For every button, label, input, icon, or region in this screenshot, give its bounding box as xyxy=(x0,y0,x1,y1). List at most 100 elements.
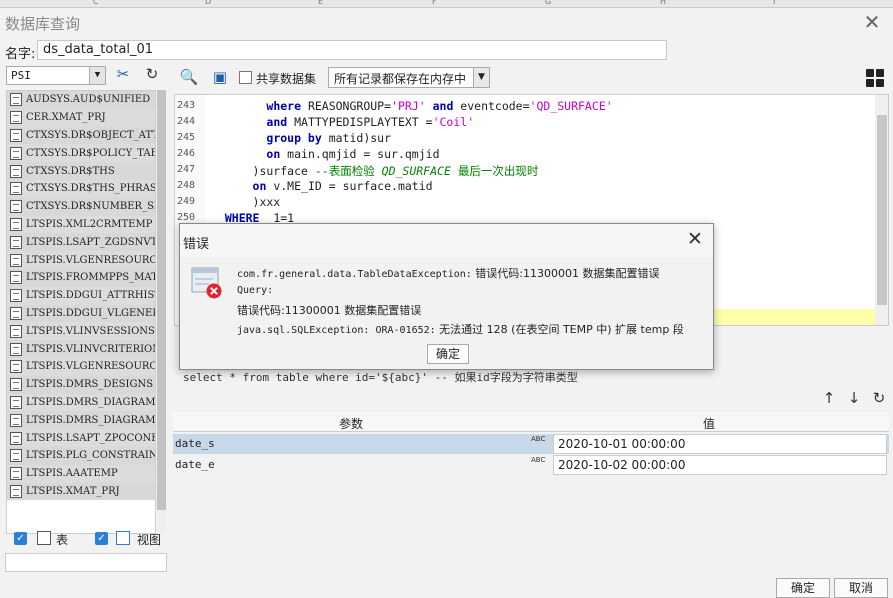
share-dataset-checkbox[interactable] xyxy=(239,71,252,84)
name-label: 名字: xyxy=(5,47,36,62)
table-list-item[interactable]: LTSPIS.DMRS_DIAGRAM_E xyxy=(7,411,155,430)
table-list-item-label: CTXSYS.DR$OBJECT_ATTR xyxy=(26,129,155,141)
background-column-ruler: CDE FGHI xyxy=(0,0,893,8)
editor-scroll-thumb[interactable] xyxy=(877,115,887,305)
table-list-item-label: CER.XMAT_PRJ xyxy=(26,112,106,124)
chevron-down-icon[interactable]: ▼ xyxy=(89,67,105,84)
name-input[interactable]: ds_data_total_01 xyxy=(37,40,667,60)
refresh-params-icon[interactable]: ↻ xyxy=(871,390,887,406)
param-value-header: 值 xyxy=(703,417,716,431)
table-checkbox-label: 表 xyxy=(56,533,69,547)
query-hint: select * from table where id='${abc}' --… xyxy=(183,371,578,384)
table-list-item[interactable]: LTSPIS.DMRS_DESIGNS xyxy=(7,375,155,394)
memory-mode-value: 所有记录都保存在内存中 xyxy=(334,72,467,86)
table-list-item-label: LTSPIS.VLGENRESOURCER xyxy=(26,254,155,266)
table-list-item[interactable]: LTSPIS.VLINVSESSIONSI xyxy=(7,322,155,341)
param-name: date_e xyxy=(175,458,215,471)
close-icon[interactable]: ✕ xyxy=(862,12,882,32)
table-list-item[interactable]: CTXSYS.DR$NUMBER_SEQU xyxy=(7,197,155,216)
param-type-icon[interactable]: ABC xyxy=(531,456,551,474)
table-list-item-label: LTSPIS.XMAT_PRJ xyxy=(26,485,120,497)
table-list-item[interactable]: LTSPIS.PLG_CONSTRAINT xyxy=(7,446,155,465)
table-list-item[interactable]: CER.XMAT_PRJ xyxy=(7,108,155,127)
table-list-item[interactable]: LTSPIS.VLGENRESOURCER xyxy=(7,251,155,269)
error-line-1: com.fr.general.data.TableDataException: … xyxy=(237,267,660,280)
preview-icon[interactable]: 🔍 xyxy=(178,67,200,89)
table-list-item-label: LTSPIS.DDGUI_ATTRHIST xyxy=(26,290,155,302)
table-list-item-label: LTSPIS.VLINVSESSIONSI xyxy=(26,325,155,337)
param-row[interactable]: date_s ABC 2020-10-01 00:00:00 xyxy=(173,434,889,454)
table-icon xyxy=(10,235,22,249)
table-list-item[interactable]: LTSPIS.LSAPT_ZPOCONFC xyxy=(7,429,155,447)
error-line-4: java.sql.SQLException: ORA-01652: 无法通过 1… xyxy=(237,323,684,336)
refresh-icon[interactable]: ↻ xyxy=(141,64,163,86)
table-list-item[interactable]: LTSPIS.DMRS_DIAGRAMS xyxy=(7,393,155,412)
table-list-item[interactable]: CTXSYS.DR$OBJECT_ATTR xyxy=(7,126,155,145)
memory-mode-select[interactable]: 所有记录都保存在内存中 ▼ xyxy=(328,67,490,88)
left-search-box[interactable] xyxy=(5,553,167,572)
table-list-item[interactable]: LTSPIS.VLINVCRITERION xyxy=(7,340,155,358)
error-line-3: 错误代码:11300001 数据集配置错误 xyxy=(237,304,422,317)
line-number: 244 xyxy=(177,116,196,127)
table-list-scroll-thumb[interactable] xyxy=(157,90,166,510)
table-list-item-label: LTSPIS.XML2CRMTEMP xyxy=(26,218,153,230)
table-list-item-label: LTSPIS.VLINVCRITERION xyxy=(26,343,155,355)
table-list-item[interactable]: LTSPIS.XML2CRMTEMP xyxy=(7,215,155,234)
table-list-item[interactable]: LTSPIS.AAATEMP xyxy=(7,464,155,483)
table-list-item[interactable]: LTSPIS.FROMMPPS_MAT xyxy=(7,268,155,287)
table-list-item-label: AUDSYS.AUD$UNIFIED xyxy=(26,94,151,106)
cancel-button[interactable]: 取消 xyxy=(834,578,888,598)
line-number: 247 xyxy=(177,164,196,175)
toolbar: 🔍 ▣ 共享数据集 所有记录都保存在内存中 ▼ xyxy=(173,64,893,92)
table-list-item[interactable]: CTXSYS.DR$THS xyxy=(7,162,155,180)
table-icon xyxy=(10,289,22,303)
table-list-item-label: LTSPIS.LSAPT_ZPOCONFC xyxy=(26,432,155,444)
error-icon xyxy=(191,267,222,299)
table-list-item[interactable]: AUDSYS.AUD$UNIFIED xyxy=(7,91,155,109)
table-list-scrollbar[interactable] xyxy=(157,90,166,534)
param-type-icon[interactable]: ABC xyxy=(531,435,551,453)
error-dialog: 错误 ✕ com.fr.general.data.TableDataExcept… xyxy=(179,223,714,370)
table-icon xyxy=(10,395,22,409)
view-checkbox-label: 视图 xyxy=(137,533,162,547)
table-list-item[interactable]: LTSPIS.DDGUI_ATTRHIST xyxy=(7,286,155,305)
arrow-down-icon[interactable]: ↓ xyxy=(846,390,862,406)
param-value-input[interactable]: 2020-10-02 00:00:00 xyxy=(553,455,887,475)
table-list-item[interactable]: CTXSYS.DR$THS_PHRASE xyxy=(7,179,155,198)
param-value-input[interactable]: 2020-10-01 00:00:00 xyxy=(553,434,887,454)
dialog-close-icon[interactable]: ✕ xyxy=(685,229,705,249)
table-list-item[interactable]: CTXSYS.DR$POLICY_TAB xyxy=(7,144,155,163)
table-icon xyxy=(10,449,22,463)
table-icon xyxy=(10,111,22,125)
table-icon xyxy=(10,182,22,196)
table-list-item-label: LTSPIS.VLGENRESOURCER xyxy=(26,361,155,373)
table-list-item-label: LTSPIS.DDGUI_VLGENERA xyxy=(26,307,155,319)
editor-scrollbar[interactable] xyxy=(875,95,888,325)
table-checkbox[interactable]: ✓ xyxy=(14,532,27,545)
tools-icon[interactable]: ✂ xyxy=(112,64,134,86)
table-list-item-label: CTXSYS.DR$POLICY_TAB xyxy=(26,147,155,159)
table-list-item-label: LTSPIS.DMRS_DESIGNS xyxy=(26,379,154,391)
line-number: 248 xyxy=(177,180,196,191)
table-list-item[interactable]: LTSPIS.LSAPT_ZGDSNVTC xyxy=(7,233,155,252)
table-icon xyxy=(10,306,22,320)
grid-icon[interactable] xyxy=(866,69,884,87)
table-list-item[interactable]: LTSPIS.DDGUI_VLGENERA xyxy=(7,304,155,323)
table-list-item[interactable]: LTSPIS.VLGENRESOURCER xyxy=(7,357,155,376)
chevron-down-icon[interactable]: ▼ xyxy=(473,68,489,87)
title-bar: 数据库查询 ✕ xyxy=(0,8,893,36)
schema-select[interactable]: PSI ▼ xyxy=(6,66,106,85)
param-row[interactable]: date_e ABC 2020-10-02 00:00:00 xyxy=(173,455,889,475)
ok-button[interactable]: 确定 xyxy=(776,578,830,598)
table-list-item-label: LTSPIS.LSAPT_ZGDSNVTC xyxy=(26,236,155,248)
table-list-item-label: LTSPIS.PLG_CONSTRAINT xyxy=(26,450,155,462)
left-panel: PSI ▼ ✂ ↻ AUDSYS.AUD$UNIFIED CER.XMAT_PRJ… xyxy=(5,64,168,574)
save-icon[interactable]: ▣ xyxy=(209,67,231,89)
arrow-up-icon[interactable]: ↑ xyxy=(821,390,837,406)
view-checkbox[interactable]: ✓ xyxy=(95,532,108,545)
table-list-item[interactable]: LTSPIS.XMAT_PRJ xyxy=(7,482,155,501)
param-name-header: 参数 xyxy=(339,417,364,431)
dialog-ok-button[interactable]: 确定 xyxy=(427,344,469,364)
table-icon xyxy=(10,128,22,142)
window-title: 数据库查询 xyxy=(5,15,81,33)
